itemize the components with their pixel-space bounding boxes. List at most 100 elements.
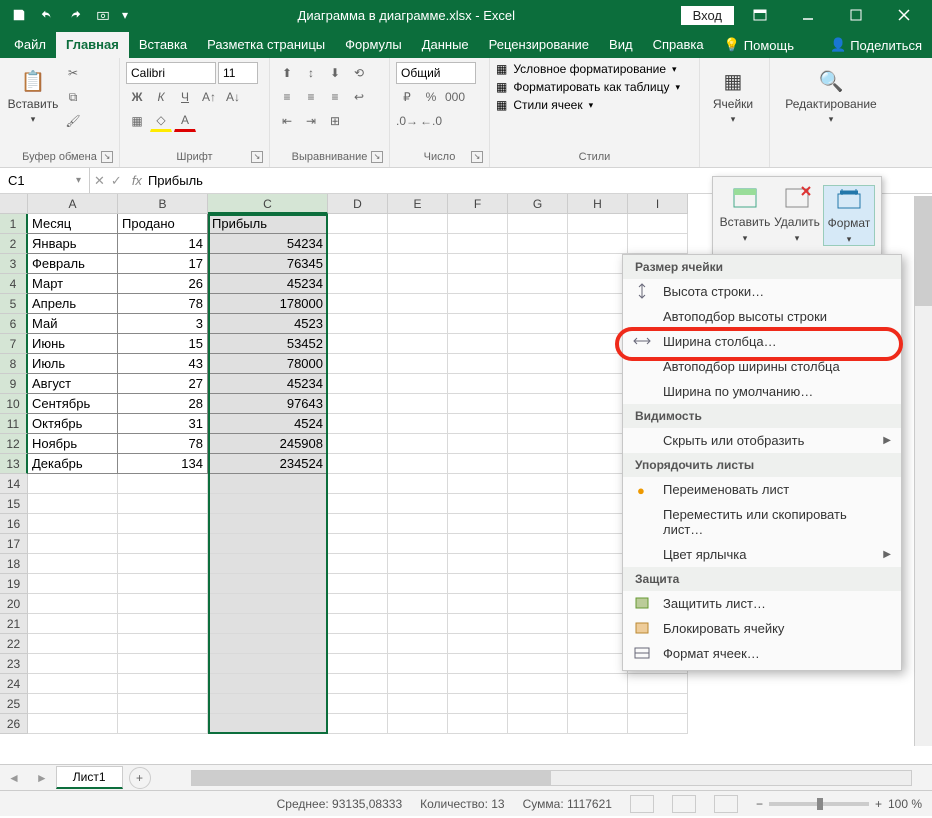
cell[interactable]: [508, 614, 568, 634]
cell[interactable]: [208, 594, 328, 614]
cell[interactable]: [568, 354, 628, 374]
cell[interactable]: [508, 314, 568, 334]
cell[interactable]: [208, 494, 328, 514]
cell[interactable]: [448, 234, 508, 254]
cell[interactable]: [28, 674, 118, 694]
format-cells-button[interactable]: Формат▾: [823, 185, 875, 246]
cell[interactable]: [388, 294, 448, 314]
cell[interactable]: [328, 314, 388, 334]
cell[interactable]: [28, 534, 118, 554]
decrease-decimal-icon[interactable]: ←.0: [420, 110, 442, 132]
cell[interactable]: 78000: [208, 354, 328, 374]
cell[interactable]: [388, 714, 448, 734]
cell[interactable]: [508, 234, 568, 254]
cell[interactable]: Октябрь: [28, 414, 118, 434]
row-header[interactable]: 10: [0, 394, 28, 414]
row-header[interactable]: 21: [0, 614, 28, 634]
cell[interactable]: [628, 674, 688, 694]
cell[interactable]: [508, 274, 568, 294]
cancel-formula-icon[interactable]: ✕: [94, 173, 105, 189]
cells-button[interactable]: ▦ Ячейки ▾: [706, 62, 760, 132]
cell[interactable]: [328, 234, 388, 254]
cell[interactable]: [508, 574, 568, 594]
cell[interactable]: 134: [118, 454, 208, 474]
row-header[interactable]: 20: [0, 594, 28, 614]
cell[interactable]: [388, 274, 448, 294]
cell[interactable]: [508, 434, 568, 454]
cell[interactable]: [448, 514, 508, 534]
cell[interactable]: [388, 634, 448, 654]
close-icon[interactable]: [882, 0, 926, 30]
cell[interactable]: 97643: [208, 394, 328, 414]
cell[interactable]: Сентябрь: [28, 394, 118, 414]
row-header[interactable]: 18: [0, 554, 28, 574]
copy-icon[interactable]: ⧉: [62, 86, 84, 108]
cell[interactable]: [328, 594, 388, 614]
cell[interactable]: Ноябрь: [28, 434, 118, 454]
cell[interactable]: [628, 714, 688, 734]
cell[interactable]: [118, 514, 208, 534]
cell[interactable]: [118, 594, 208, 614]
login-button[interactable]: Вход: [681, 6, 734, 25]
row-header[interactable]: 3: [0, 254, 28, 274]
cell[interactable]: 45234: [208, 274, 328, 294]
cell[interactable]: [328, 674, 388, 694]
underline-icon[interactable]: Ч: [174, 86, 196, 108]
menu-row-height[interactable]: Высота строки…: [623, 279, 901, 304]
view-page-break-icon[interactable]: [714, 795, 738, 813]
row-header[interactable]: 12: [0, 434, 28, 454]
cell[interactable]: [508, 534, 568, 554]
cut-icon[interactable]: ✂: [62, 62, 84, 84]
cell[interactable]: [328, 374, 388, 394]
name-box[interactable]: C1 ▾: [0, 168, 90, 193]
cell[interactable]: [328, 514, 388, 534]
cell[interactable]: 54234: [208, 234, 328, 254]
wrap-text-icon[interactable]: ↩: [348, 86, 370, 108]
cell[interactable]: 15: [118, 334, 208, 354]
menu-format-cells-dialog[interactable]: Формат ячеек…: [623, 641, 901, 666]
cell[interactable]: [448, 674, 508, 694]
cell[interactable]: [508, 554, 568, 574]
cell[interactable]: [208, 654, 328, 674]
row-header[interactable]: 8: [0, 354, 28, 374]
cell[interactable]: [208, 554, 328, 574]
cell[interactable]: 76345: [208, 254, 328, 274]
cell[interactable]: [328, 474, 388, 494]
row-header[interactable]: 26: [0, 714, 28, 734]
cell[interactable]: [388, 254, 448, 274]
menu-hide-unhide[interactable]: Скрыть или отобразить▶: [623, 428, 901, 453]
cell[interactable]: [328, 714, 388, 734]
sheet-nav-prev[interactable]: ◄: [0, 771, 28, 785]
cell[interactable]: [508, 454, 568, 474]
camera-icon[interactable]: [90, 4, 116, 26]
menu-lock-cell[interactable]: Блокировать ячейку: [623, 616, 901, 641]
cell[interactable]: [568, 634, 628, 654]
cell[interactable]: [448, 274, 508, 294]
cell[interactable]: [568, 454, 628, 474]
cell[interactable]: [388, 474, 448, 494]
save-icon[interactable]: [6, 4, 32, 26]
cell[interactable]: [118, 494, 208, 514]
number-format-combo[interactable]: Общий: [396, 62, 476, 84]
sheet-nav-next[interactable]: ►: [28, 771, 56, 785]
align-top-icon[interactable]: ⬆: [276, 62, 298, 84]
cell[interactable]: [328, 334, 388, 354]
col-header-f[interactable]: F: [448, 194, 508, 214]
cell[interactable]: Март: [28, 274, 118, 294]
cell[interactable]: [328, 694, 388, 714]
cell[interactable]: [448, 314, 508, 334]
cell[interactable]: [448, 214, 508, 234]
col-header-g[interactable]: G: [508, 194, 568, 214]
cell[interactable]: [388, 434, 448, 454]
cell[interactable]: Май: [28, 314, 118, 334]
vscroll-thumb[interactable]: [915, 196, 932, 306]
col-header-i[interactable]: I: [628, 194, 688, 214]
minimize-icon[interactable]: [786, 0, 830, 30]
align-middle-icon[interactable]: ↕: [300, 62, 322, 84]
cell[interactable]: 78: [118, 434, 208, 454]
paste-button[interactable]: 📋 Вставить ▾: [6, 62, 60, 132]
tab-view[interactable]: Вид: [599, 32, 643, 58]
format-painter-icon[interactable]: 🖌: [62, 110, 84, 132]
align-right-icon[interactable]: ≡: [324, 86, 346, 108]
cell[interactable]: [28, 694, 118, 714]
